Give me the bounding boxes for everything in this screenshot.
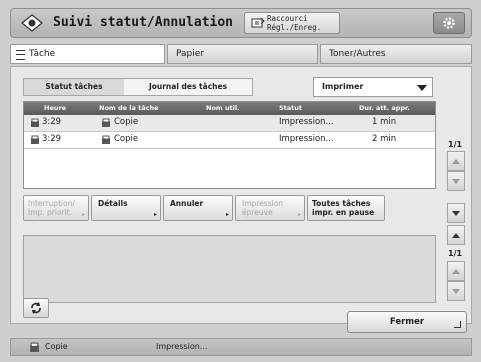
arrow-up-icon <box>452 269 460 274</box>
tab-tache[interactable]: Tâche <box>10 44 165 64</box>
col-user: Nom util. <box>206 104 240 112</box>
submenu-arrow-icon: ▸ <box>153 211 157 218</box>
job-list: Heure Nom de la tâche Nom util. Statut D… <box>23 101 436 189</box>
row-status: Impression... <box>279 117 334 127</box>
close-button[interactable]: Fermer <box>347 311 467 333</box>
detail-page-indicator: 1/1 <box>448 249 463 258</box>
settings-button[interactable] <box>433 12 465 34</box>
pause-label-2: impr. en pause <box>312 208 375 217</box>
row-time: 3:29 <box>42 134 62 144</box>
interrupt-label-2: Imp. priorit. <box>28 208 73 217</box>
row-time: 3:29 <box>42 117 62 127</box>
print-sample-label-1: Impression <box>242 199 284 208</box>
col-wait: Dur. att. appr. <box>359 104 410 112</box>
submenu-arrow-icon: ▸ <box>297 211 301 218</box>
shortcut-icon <box>251 17 265 28</box>
tab-toner[interactable]: Toner/Autres <box>320 44 472 64</box>
copy-icon <box>102 135 110 144</box>
submenu-arrow-icon: ▸ <box>225 211 229 218</box>
detail-first-button[interactable] <box>447 203 465 223</box>
job-type-value: Imprimer <box>322 82 364 91</box>
shortcut-label-line2: Régl./Enreg. <box>267 23 322 32</box>
detail-scroll-down-button[interactable] <box>447 281 465 301</box>
list-scroll-up-button[interactable] <box>447 151 465 171</box>
job-subtabs: Statut tâches Journal des tâches <box>23 78 253 96</box>
subtab-status[interactable]: Statut tâches <box>24 79 124 95</box>
main-tabs: Tâche Papier Toner/Autres <box>10 44 472 64</box>
arrow-up-icon <box>452 159 460 164</box>
refresh-icon <box>31 302 41 314</box>
table-row[interactable]: 3:29 Copie Impression... 1 min <box>24 115 435 132</box>
submenu-arrow-icon: ▸ <box>81 211 85 218</box>
refresh-button[interactable] <box>23 298 49 318</box>
row-name: Copie <box>114 117 139 127</box>
subtab-log[interactable]: Journal des tâches <box>124 79 252 95</box>
cancel-job-button[interactable]: Annuler ▸ <box>163 195 233 221</box>
row-status: Impression... <box>279 134 334 144</box>
arrow-down-icon <box>452 179 460 184</box>
job-detail-area <box>23 235 436 303</box>
arrow-down-icon <box>452 211 460 216</box>
list-scroll-down-button[interactable] <box>447 171 465 191</box>
title-bar: Suivi statut/Annulation Raccourci Régl./… <box>10 8 472 38</box>
page-title: Suivi statut/Annulation <box>53 15 234 30</box>
row-wait: 1 min <box>372 117 397 127</box>
detail-last-button[interactable] <box>447 225 465 245</box>
col-time: Heure <box>44 104 67 112</box>
details-label: Détails <box>98 199 128 208</box>
col-status: Statut <box>279 104 303 112</box>
interrupt-label-1: Interruption/ <box>28 199 75 208</box>
status-bar: Copie Impression... <box>10 338 472 356</box>
tab-papier[interactable]: Papier <box>167 44 318 64</box>
list-page-indicator: 1/1 <box>448 140 463 149</box>
shortcut-label-line1: Raccourci <box>267 14 308 23</box>
copy-job-icon <box>31 135 39 144</box>
list-icon <box>16 50 25 60</box>
copy-job-icon <box>31 118 39 127</box>
col-name: Nom de la tâche <box>99 104 159 112</box>
gear-icon <box>443 17 455 29</box>
shortcut-button[interactable]: Raccourci Régl./Enreg. <box>244 12 340 34</box>
screen: Suivi statut/Annulation Raccourci Régl./… <box>0 0 481 362</box>
job-list-header: Heure Nom de la tâche Nom util. Statut D… <box>24 102 435 115</box>
interrupt-button[interactable]: Interruption/ Imp. priorit. ▸ <box>23 195 89 221</box>
pause-all-button[interactable]: Toutes tâches impr. en pause <box>307 195 385 221</box>
status-monitor-icon <box>21 14 43 32</box>
print-sample-label-2: épreuve <box>242 208 273 217</box>
return-corner-icon <box>454 321 461 328</box>
table-row[interactable]: 3:29 Copie Impression... 2 min <box>24 132 435 149</box>
tab-papier-label: Papier <box>176 49 204 59</box>
job-panel: Statut tâches Journal des tâches Imprime… <box>10 66 472 333</box>
arrow-down-icon <box>452 289 460 294</box>
row-name: Copie <box>114 134 139 144</box>
copy-icon <box>30 342 39 352</box>
status-text: Impression... <box>156 342 208 351</box>
job-type-select[interactable]: Imprimer <box>313 77 433 97</box>
details-button[interactable]: Détails ▸ <box>91 195 161 221</box>
close-label: Fermer <box>389 317 425 327</box>
tab-toner-label: Toner/Autres <box>329 49 386 59</box>
status-job: Copie <box>45 342 68 351</box>
copy-icon <box>102 118 110 127</box>
tab-tache-label: Tâche <box>29 49 56 59</box>
detail-scroll-up-button[interactable] <box>447 261 465 281</box>
print-sample-button[interactable]: Impression épreuve ▸ <box>235 195 305 221</box>
cancel-label: Annuler <box>170 199 204 208</box>
row-wait: 2 min <box>372 134 397 144</box>
chevron-down-icon <box>417 85 427 91</box>
arrow-up-icon <box>452 233 460 238</box>
pause-label-1: Toutes tâches <box>312 199 371 208</box>
